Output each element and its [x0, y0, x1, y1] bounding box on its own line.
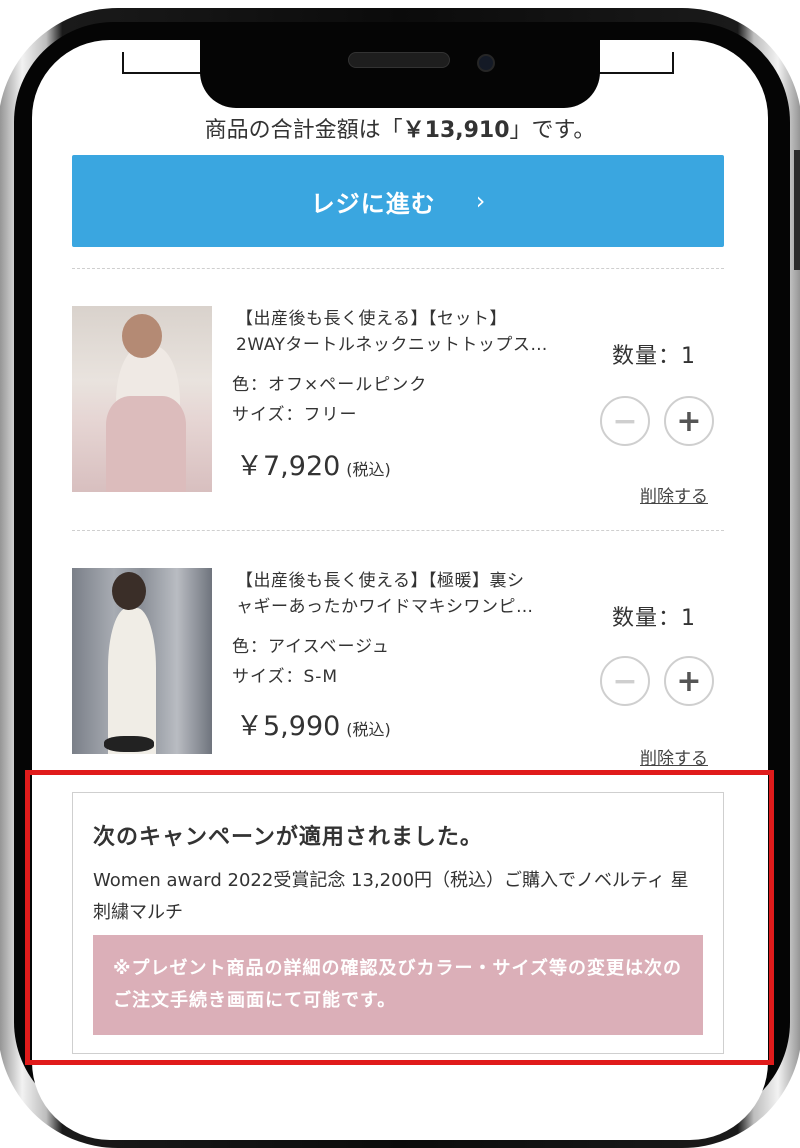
product-title-line-1: 【出産後も長く使える】【極暖】裏シ [236, 571, 525, 591]
product-model-head [112, 572, 146, 610]
product-size: サイズ：フリー [232, 405, 358, 425]
cart-total-prefix: 商品の合計金額は「 [204, 118, 403, 143]
quantity-increase-button[interactable]: + [664, 656, 714, 706]
product-price: ￥7,920 (税込) [236, 444, 391, 483]
product-image[interactable] [72, 568, 212, 754]
product-title[interactable]: 【出産後も長く使える】【極暖】裏シ ャギーあったかワイドマキシワンピ… [236, 568, 596, 620]
quantity-label: 数量：1 [612, 606, 696, 631]
plus-icon: + [676, 663, 702, 699]
minus-icon: − [612, 403, 638, 439]
highlight-frame [25, 770, 774, 1065]
front-camera-icon [477, 54, 495, 72]
checkout-button-label: レジに進む [310, 189, 436, 218]
plus-icon: + [676, 403, 702, 439]
chevron-right-icon: › [475, 187, 486, 215]
status-bar-left [122, 52, 202, 74]
phone-notch [200, 40, 600, 108]
product-title[interactable]: 【出産後も長く使える】【セット】 2WAYタートルネックニットトップス… [236, 306, 596, 358]
speaker-grille [348, 52, 450, 68]
product-color: 色：オフ×ペールピンク [232, 375, 428, 395]
checkout-button[interactable]: レジに進む › [72, 155, 724, 247]
status-bar-right [598, 52, 674, 74]
cart-total: 商品の合計金額は「￥13,910」です。 [0, 112, 800, 144]
product-image[interactable] [72, 306, 212, 492]
quantity-increase-button[interactable]: + [664, 396, 714, 446]
quantity-decrease-button[interactable]: − [600, 656, 650, 706]
product-figure [108, 608, 156, 754]
product-price-value: ￥5,990 [236, 711, 341, 742]
cart-total-suffix: 」です。 [509, 118, 596, 143]
minus-icon: − [612, 663, 638, 699]
product-price: ￥5,990 (税込) [236, 704, 391, 743]
tax-note: (税込) [346, 720, 391, 739]
product-model-head [122, 314, 162, 358]
cart-total-amount: ￥13,910 [402, 118, 510, 143]
divider [72, 268, 724, 269]
delete-item-link[interactable]: 削除する [640, 482, 708, 507]
product-color: 色：アイスベージュ [232, 637, 390, 657]
tax-note: (税込) [346, 460, 391, 479]
product-title-line-2: ャギーあったかワイドマキシワンピ… [236, 597, 534, 617]
product-dress [106, 396, 186, 492]
phone-side-button [794, 150, 800, 270]
product-price-value: ￥7,920 [236, 451, 341, 482]
quantity-decrease-button[interactable]: − [600, 396, 650, 446]
product-title-line-2: 2WAYタートルネックニットトップス… [236, 335, 548, 355]
product-size: サイズ：S-M [232, 667, 339, 687]
delete-item-link[interactable]: 削除する [640, 744, 708, 769]
quantity-label: 数量：1 [612, 344, 696, 369]
product-model-shoes [104, 736, 154, 752]
product-title-line-1: 【出産後も長く使える】【セット】 [236, 309, 507, 329]
divider [72, 530, 724, 531]
